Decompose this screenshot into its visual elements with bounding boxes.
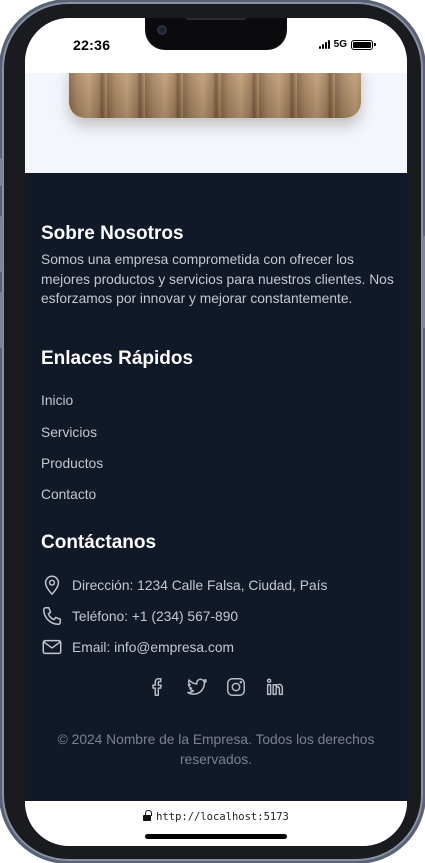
status-indicators: 5G xyxy=(318,39,376,50)
phone-text: Teléfono: +1 (234) 567-890 xyxy=(72,608,239,624)
screen: 22:36 5G Sobre Nosotros Somos una empres… xyxy=(25,18,407,846)
network-type: 5G xyxy=(333,39,347,50)
silent-switch xyxy=(0,158,3,186)
product-image-section xyxy=(25,63,407,173)
volume-down-button xyxy=(0,292,3,348)
link-servicios[interactable]: Servicios xyxy=(41,425,97,440)
phone-frame: 22:36 5G Sobre Nosotros Somos una empres… xyxy=(0,2,425,861)
link-contacto[interactable]: Contacto xyxy=(41,487,96,502)
footer: Sobre Nosotros Somos una empresa comprom… xyxy=(25,173,407,801)
contact-address: Dirección: 1234 Calle Falsa, Ciudad, Paí… xyxy=(41,574,327,596)
speaker xyxy=(185,18,247,20)
address-text: Dirección: 1234 Calle Falsa, Ciudad, Paí… xyxy=(72,577,328,593)
contact-phone: Teléfono: +1 (234) 567-890 xyxy=(41,605,238,627)
twitter-icon[interactable] xyxy=(186,676,208,698)
location-pin-icon xyxy=(44,575,60,595)
signal-icon xyxy=(318,40,330,49)
about-text: Somos una empresa comprometida con ofrec… xyxy=(41,252,394,306)
volume-up-button xyxy=(0,216,3,272)
link-inicio[interactable]: Inicio xyxy=(41,393,73,408)
contact-heading: Contáctanos xyxy=(41,532,157,553)
front-camera xyxy=(157,25,167,35)
facebook-icon[interactable] xyxy=(147,676,169,698)
notch xyxy=(145,18,287,50)
social-links xyxy=(25,676,407,698)
quick-links-heading: Enlaces Rápidos xyxy=(41,348,194,369)
instagram-icon[interactable] xyxy=(225,676,247,698)
url-text: http://localhost:5173 xyxy=(156,811,289,823)
home-indicator[interactable] xyxy=(145,834,287,839)
copyright-text: © 2024 Nombre de la Empresa. Todos los d… xyxy=(57,732,375,767)
email-text: Email: info@empresa.com xyxy=(72,639,234,655)
about-heading: Sobre Nosotros xyxy=(41,223,184,244)
lock-icon xyxy=(143,809,152,822)
contact-email: Email: info@empresa.com xyxy=(41,636,234,658)
mail-icon xyxy=(42,639,62,655)
linkedin-icon[interactable] xyxy=(264,676,286,698)
link-productos[interactable]: Productos xyxy=(41,456,103,471)
browser-url-bar[interactable]: http://localhost:5173 xyxy=(25,801,407,846)
phone-icon xyxy=(43,607,61,625)
url-display[interactable]: http://localhost:5173 xyxy=(25,809,407,823)
status-time: 22:36 xyxy=(73,37,111,53)
battery-icon xyxy=(351,39,376,50)
